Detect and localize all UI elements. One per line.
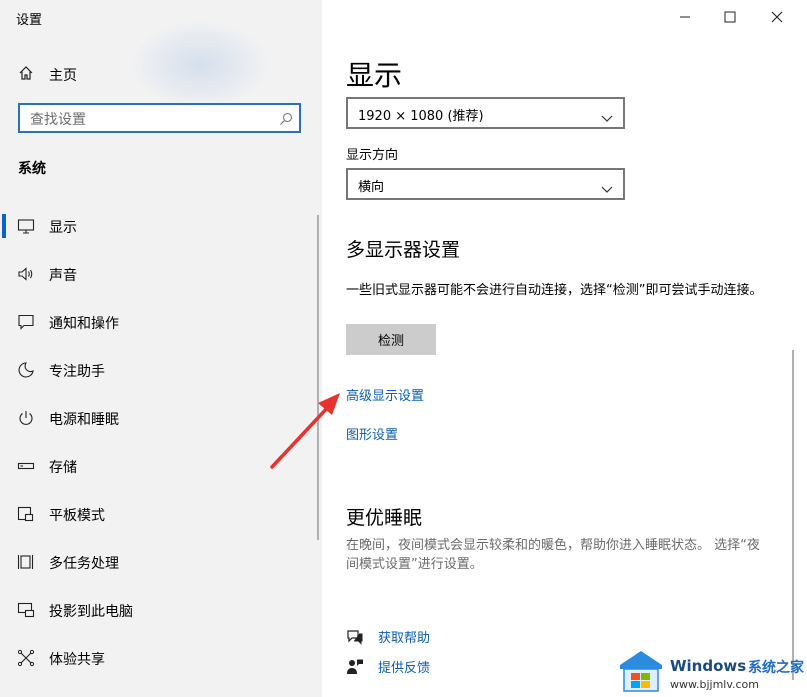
watermark-url: www.bjjmlv.com — [670, 678, 759, 691]
sidebar-item-label: 平板模式 — [49, 508, 105, 524]
sidebar-item-tablet-mode[interactable]: 平板模式 — [0, 490, 322, 538]
sidebar-item-multitasking[interactable]: 多任务处理 — [0, 538, 322, 586]
sidebar-item-label: 体验共享 — [49, 652, 105, 668]
sidebar-item-project-to-pc[interactable]: 投影到此电脑 — [0, 586, 322, 634]
watermark-site: 系统之家 — [748, 660, 804, 676]
maximize-button[interactable] — [715, 6, 745, 28]
detect-button[interactable]: 检测 — [346, 324, 436, 355]
sidebar-item-label: 多任务处理 — [49, 556, 119, 572]
orientation-value: 横向 — [358, 180, 385, 195]
sidebar-item-notifications[interactable]: 通知和操作 — [0, 298, 322, 346]
share-icon — [17, 649, 35, 667]
home-label: 主页 — [49, 68, 77, 84]
sidebar-item-label: 显示 — [49, 220, 77, 236]
power-icon — [17, 409, 35, 427]
chevron-down-icon — [601, 108, 613, 127]
maximize-icon — [724, 8, 736, 27]
sidebar-item-label: 通知和操作 — [49, 316, 119, 332]
sidebar-item-sound[interactable]: 声音 — [0, 250, 322, 298]
annotation-arrow — [270, 393, 340, 469]
close-button[interactable] — [762, 6, 792, 28]
active-indicator — [2, 214, 6, 238]
home-nav[interactable]: 主页 — [18, 64, 77, 86]
orientation-label: 显示方向 — [346, 148, 399, 163]
feedback-icon — [346, 658, 364, 680]
speaker-icon — [17, 265, 35, 283]
home-icon — [18, 65, 34, 85]
page-title: 显示 — [346, 59, 403, 92]
moon-icon — [17, 361, 35, 379]
content-scrollbar[interactable] — [792, 350, 794, 680]
help-chat-icon — [346, 628, 364, 650]
sidebar: 设置 主页 系统 显示 声音 通知和操作 专注助手 — [0, 0, 322, 697]
window-title: 设置 — [16, 13, 43, 28]
advanced-display-settings-link[interactable]: 高级显示设置 — [346, 385, 424, 404]
main-content: 显示 1920 × 1080 (推荐) 显示方向 横向 多显示器设置 一些旧式显… — [322, 0, 807, 697]
multi-display-description: 一些旧式显示器可能不会进行自动连接，选择“检测”即可尝试手动连接。 — [346, 283, 763, 298]
multitask-icon — [17, 553, 35, 571]
sidebar-item-label: 存储 — [49, 460, 77, 476]
sidebar-item-label: 专注助手 — [49, 364, 105, 380]
background-glow — [130, 20, 270, 110]
graphics-settings-link[interactable]: 图形设置 — [346, 424, 398, 443]
get-help-label: 获取帮助 — [378, 631, 431, 646]
section-title: 系统 — [18, 161, 46, 177]
sidebar-item-label: 投影到此电脑 — [49, 604, 133, 620]
sidebar-item-label: 声音 — [49, 268, 77, 284]
minimize-icon — [679, 8, 691, 27]
project-icon — [17, 601, 35, 619]
multi-display-heading: 多显示器设置 — [346, 239, 461, 261]
storage-icon — [17, 457, 35, 475]
tablet-icon — [17, 505, 35, 523]
watermark-brand: Windows — [670, 657, 747, 675]
notification-icon — [17, 313, 35, 331]
sidebar-item-label: 电源和睡眠 — [49, 412, 119, 428]
search-input[interactable] — [28, 109, 272, 131]
orientation-dropdown[interactable]: 横向 — [346, 168, 625, 200]
resolution-value: 1920 × 1080 (推荐) — [358, 109, 484, 124]
search-icon[interactable] — [279, 111, 293, 130]
watermark-logo-icon — [618, 649, 664, 697]
sidebar-scrollbar[interactable] — [317, 215, 319, 540]
search-box[interactable] — [18, 103, 301, 133]
monitor-icon — [17, 217, 35, 235]
watermark: Windows 系统之家 www.bjjmlv.com — [618, 645, 807, 697]
close-icon — [771, 8, 783, 27]
sleep-description: 在晚间，夜间模式会显示较柔和的暖色，帮助你进入睡眠状态。 选择“夜间模式设置”进… — [346, 538, 760, 572]
sidebar-item-display[interactable]: 显示 — [0, 202, 322, 250]
sleep-heading: 更优睡眠 — [346, 507, 423, 529]
feedback-label: 提供反馈 — [378, 661, 431, 676]
resolution-dropdown[interactable]: 1920 × 1080 (推荐) — [346, 97, 625, 129]
minimize-button[interactable] — [670, 6, 700, 28]
sidebar-item-shared-experiences[interactable]: 体验共享 — [0, 634, 322, 682]
chevron-down-icon — [601, 179, 613, 198]
